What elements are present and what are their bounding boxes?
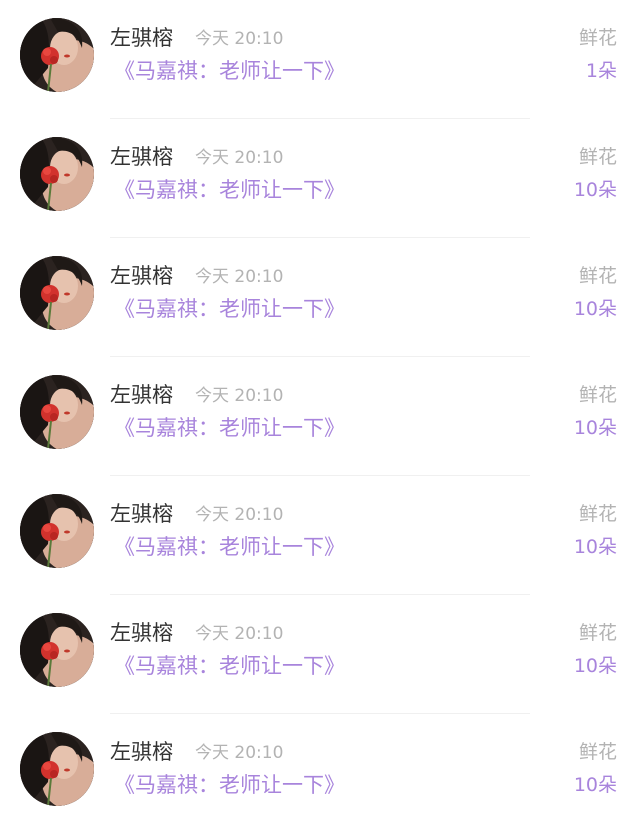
- gift-list: 左骐榕 今天 20:10 《马嘉祺：老师让一下》 鲜花 1朵 左骐榕 今天 20…: [0, 0, 640, 816]
- list-item[interactable]: 左骐榕 今天 20:10 《马嘉祺：老师让一下》 鲜花 10朵: [0, 595, 640, 714]
- work-title-link[interactable]: 《马嘉祺：老师让一下》: [114, 651, 345, 681]
- avatar[interactable]: [20, 613, 94, 687]
- work-title-link[interactable]: 《马嘉祺：老师让一下》: [114, 770, 345, 800]
- timestamp: 今天 20:10: [195, 624, 284, 644]
- work-title-link[interactable]: 《马嘉祺：老师让一下》: [114, 413, 345, 443]
- gift-count: 10朵: [573, 655, 617, 677]
- avatar-image: [20, 256, 94, 330]
- avatar-image: [20, 375, 94, 449]
- avatar[interactable]: [20, 256, 94, 330]
- user-name[interactable]: 左骐榕: [110, 619, 173, 647]
- user-name[interactable]: 左骐榕: [110, 381, 173, 409]
- user-name[interactable]: 左骐榕: [110, 738, 173, 766]
- timestamp: 今天 20:10: [195, 148, 284, 168]
- timestamp: 今天 20:10: [195, 743, 284, 763]
- work-title-link[interactable]: 《马嘉祺：老师让一下》: [114, 294, 345, 324]
- gift-count: 10朵: [573, 417, 617, 439]
- gift-count: 10朵: [573, 774, 617, 796]
- list-item[interactable]: 左骐榕 今天 20:10 《马嘉祺：老师让一下》 鲜花 10朵: [0, 476, 640, 595]
- gift-type-label: 鲜花: [578, 741, 617, 763]
- gift-type-label: 鲜花: [578, 503, 617, 525]
- work-title-link[interactable]: 《马嘉祺：老师让一下》: [114, 532, 345, 562]
- list-item[interactable]: 左骐榕 今天 20:10 《马嘉祺：老师让一下》 鲜花 1朵: [0, 0, 640, 119]
- avatar-image: [20, 18, 94, 92]
- gift-count: 1朵: [585, 60, 617, 82]
- list-item[interactable]: 左骐榕 今天 20:10 《马嘉祺：老师让一下》 鲜花 10朵: [0, 119, 640, 238]
- user-name[interactable]: 左骐榕: [110, 24, 173, 52]
- work-title-link[interactable]: 《马嘉祺：老师让一下》: [114, 56, 345, 86]
- gift-type-label: 鲜花: [578, 622, 617, 644]
- gift-type-label: 鲜花: [578, 146, 617, 168]
- gift-type-label: 鲜花: [578, 384, 617, 406]
- avatar[interactable]: [20, 137, 94, 211]
- avatar[interactable]: [20, 375, 94, 449]
- list-item[interactable]: 左骐榕 今天 20:10 《马嘉祺：老师让一下》 鲜花 10朵: [0, 714, 640, 833]
- gift-count: 10朵: [573, 298, 617, 320]
- gift-type-label: 鲜花: [578, 265, 617, 287]
- gift-type-label: 鲜花: [578, 27, 617, 49]
- avatar-image: [20, 732, 94, 806]
- avatar-image: [20, 613, 94, 687]
- work-title-link[interactable]: 《马嘉祺：老师让一下》: [114, 175, 345, 205]
- avatar-image: [20, 137, 94, 211]
- avatar[interactable]: [20, 732, 94, 806]
- user-name[interactable]: 左骐榕: [110, 262, 173, 290]
- user-name[interactable]: 左骐榕: [110, 143, 173, 171]
- avatar-image: [20, 494, 94, 568]
- timestamp: 今天 20:10: [195, 267, 284, 287]
- gift-count: 10朵: [573, 536, 617, 558]
- timestamp: 今天 20:10: [195, 505, 284, 525]
- timestamp: 今天 20:10: [195, 29, 284, 49]
- gift-count: 10朵: [573, 179, 617, 201]
- avatar[interactable]: [20, 494, 94, 568]
- user-name[interactable]: 左骐榕: [110, 500, 173, 528]
- timestamp: 今天 20:10: [195, 386, 284, 406]
- avatar[interactable]: [20, 18, 94, 92]
- list-item[interactable]: 左骐榕 今天 20:10 《马嘉祺：老师让一下》 鲜花 10朵: [0, 357, 640, 476]
- list-item[interactable]: 左骐榕 今天 20:10 《马嘉祺：老师让一下》 鲜花 10朵: [0, 238, 640, 357]
